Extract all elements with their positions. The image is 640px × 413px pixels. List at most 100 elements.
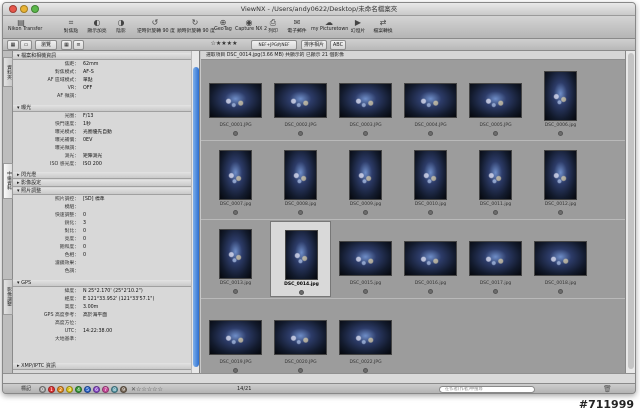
thumbnail[interactable]: DSC_0004.JPG bbox=[400, 63, 461, 139]
photo-thumbnail[interactable] bbox=[479, 150, 512, 200]
photo-thumbnail[interactable] bbox=[469, 241, 522, 276]
abc-button[interactable]: ABC bbox=[330, 40, 346, 50]
rating-dot-icon[interactable] bbox=[363, 289, 368, 294]
grid-scroll-thumb[interactable] bbox=[628, 53, 634, 369]
thumbnail[interactable]: DSC_0022.JPG bbox=[335, 300, 396, 373]
thumbnail[interactable]: DSC_0002.JPG bbox=[270, 63, 331, 139]
photo-thumbnail[interactable] bbox=[339, 241, 392, 276]
photo-thumbnail[interactable] bbox=[209, 320, 262, 355]
rating-dot-icon[interactable] bbox=[233, 210, 238, 215]
color-label-chip[interactable]: 3 bbox=[66, 386, 73, 393]
rating-dot-icon[interactable] bbox=[493, 131, 498, 136]
color-label-chip[interactable]: 8 bbox=[111, 386, 118, 393]
rating-dot-icon[interactable] bbox=[363, 210, 368, 215]
photo-thumbnail[interactable] bbox=[284, 150, 317, 200]
thumbnail[interactable]: DSC_0006.jpg bbox=[530, 63, 591, 139]
color-label-chip[interactable]: 4 bbox=[75, 386, 82, 393]
toolbar-item-6[interactable]: ⊕ GeoTag bbox=[213, 18, 233, 37]
viewer-mode-button[interactable]: ▭ bbox=[20, 40, 32, 50]
section-header[interactable]: ▸ XMP/IPTC 資訊 bbox=[13, 363, 191, 370]
thumbnail[interactable]: DSC_0007.jpg bbox=[205, 142, 266, 218]
toolbar-item-1[interactable]: ⌗ 對焦點 bbox=[61, 18, 81, 37]
photo-thumbnail[interactable] bbox=[339, 320, 392, 355]
grid-scrollbar[interactable] bbox=[625, 51, 635, 373]
rating-dot-icon[interactable] bbox=[428, 210, 433, 215]
color-label-chip[interactable]: 9 bbox=[120, 386, 127, 393]
photo-thumbnail[interactable] bbox=[469, 83, 522, 118]
photo-thumbnail[interactable] bbox=[534, 241, 587, 276]
rating-dot-icon[interactable] bbox=[299, 290, 304, 295]
metadata-scrollbar[interactable] bbox=[191, 51, 199, 373]
rating-dot-icon[interactable] bbox=[363, 131, 368, 136]
rating-filter[interactable]: ✕☆☆☆☆☆ bbox=[131, 385, 163, 393]
toolbar-item-5[interactable]: ↻ 順時針旋轉 90 度 bbox=[177, 18, 215, 37]
browser-mode-button[interactable]: ▦ bbox=[7, 40, 19, 50]
section-header[interactable]: ▸ 閃光燈 bbox=[13, 172, 191, 179]
thumbnail[interactable]: DSC_0005.JPG bbox=[465, 63, 526, 139]
list-view-button[interactable]: ≡ bbox=[73, 40, 84, 50]
thumbnail[interactable]: DSC_0019.JPG bbox=[205, 300, 266, 373]
photo-thumbnail[interactable] bbox=[219, 150, 252, 200]
rating-dot-icon[interactable] bbox=[298, 210, 303, 215]
thumbnail[interactable]: DSC_0001.JPG bbox=[205, 63, 266, 139]
color-label-chip[interactable]: 0 bbox=[39, 386, 46, 393]
section-header[interactable]: ▾ 照片調整 bbox=[13, 188, 191, 195]
photo-thumbnail[interactable] bbox=[339, 83, 392, 118]
trash-icon[interactable]: 🗑 bbox=[603, 385, 612, 393]
star-filter[interactable]: ☆★★★★ bbox=[200, 40, 248, 50]
toolbar-item-9[interactable]: ✉ 電子郵件 bbox=[285, 18, 309, 37]
toolbar-item-10[interactable]: ☁ my Picturetown bbox=[311, 18, 348, 37]
file-type-filter[interactable]: NEF+JPG的NEF bbox=[251, 40, 297, 50]
thumbnail[interactable]: DSC_0016.jpg bbox=[400, 221, 461, 297]
photo-thumbnail[interactable] bbox=[404, 241, 457, 276]
color-label-chip[interactable]: 6 bbox=[93, 386, 100, 393]
rating-dot-icon[interactable] bbox=[233, 289, 238, 294]
photo-thumbnail[interactable] bbox=[544, 71, 577, 121]
rating-dot-icon[interactable] bbox=[558, 210, 563, 215]
rating-dot-icon[interactable] bbox=[298, 131, 303, 136]
thumbnail[interactable]: DSC_0010.jpg bbox=[400, 142, 461, 218]
search-input[interactable]: 在作者(作者)中搜尋 bbox=[439, 386, 535, 393]
tab-folders[interactable]: 資料夾 bbox=[3, 57, 13, 87]
photo-thumbnail[interactable] bbox=[544, 150, 577, 200]
toolbar-item-2[interactable]: ◐ 顯示加亮 bbox=[86, 18, 108, 37]
zoom-button[interactable] bbox=[31, 5, 39, 13]
toolbar-item-0[interactable]: ▤ Nikon Transfer bbox=[8, 18, 42, 37]
photo-thumbnail[interactable] bbox=[414, 150, 447, 200]
rating-dot-icon[interactable] bbox=[558, 131, 563, 136]
toolbar-item-4[interactable]: ↺ 逆時針旋轉 90 度 bbox=[137, 18, 175, 37]
thumbnail[interactable]: DSC_0014.jpg bbox=[270, 221, 331, 297]
section-header[interactable]: ▾ 曝光 bbox=[13, 105, 191, 112]
grid-view-button[interactable]: ▦ bbox=[61, 40, 72, 50]
close-button[interactable] bbox=[9, 5, 17, 13]
photo-thumbnail[interactable] bbox=[219, 229, 252, 279]
thumbnail[interactable]: DSC_0009.jpg bbox=[335, 142, 396, 218]
thumbnail[interactable]: DSC_0015.jpg bbox=[335, 221, 396, 297]
toolbar-item-3[interactable]: ◑ 陰影 bbox=[109, 18, 133, 37]
toolbar-item-8[interactable]: ⎙ 列印 bbox=[265, 18, 281, 37]
thumbnail[interactable]: DSC_0011.jpg bbox=[465, 142, 526, 218]
sort-photos-button[interactable]: 排序相片 bbox=[301, 40, 327, 50]
thumbnail[interactable]: DSC_0003.JPG bbox=[335, 63, 396, 139]
thumbnail[interactable]: DSC_0012.jpg bbox=[530, 142, 591, 218]
section-header[interactable]: ▾ 檔案和相機資訊 bbox=[13, 53, 191, 60]
photo-thumbnail[interactable] bbox=[285, 230, 318, 280]
color-label-chip[interactable]: 7 bbox=[102, 386, 109, 393]
thumbnail[interactable]: DSC_0008.jpg bbox=[270, 142, 331, 218]
browser-label[interactable]: 瀏覽 bbox=[35, 40, 57, 50]
photo-thumbnail[interactable] bbox=[209, 83, 262, 118]
photo-thumbnail[interactable] bbox=[404, 83, 457, 118]
rating-dot-icon[interactable] bbox=[233, 131, 238, 136]
thumbnail[interactable]: DSC_0017.jpg bbox=[465, 221, 526, 297]
photo-thumbnail[interactable] bbox=[349, 150, 382, 200]
rating-dot-icon[interactable] bbox=[558, 289, 563, 294]
section-header[interactable]: ▸ 影像設定 bbox=[13, 180, 191, 187]
rating-dot-icon[interactable] bbox=[428, 289, 433, 294]
toolbar-item-7[interactable]: ◉ Capture NX 2 bbox=[235, 18, 267, 37]
toolbar-item-12[interactable]: ⇄ 檔案轉換 bbox=[371, 18, 395, 37]
metadata-scroll-thumb[interactable] bbox=[193, 67, 199, 367]
minimize-button[interactable] bbox=[20, 5, 28, 13]
photo-thumbnail[interactable] bbox=[274, 320, 327, 355]
photo-thumbnail[interactable] bbox=[274, 83, 327, 118]
rating-dot-icon[interactable] bbox=[493, 210, 498, 215]
